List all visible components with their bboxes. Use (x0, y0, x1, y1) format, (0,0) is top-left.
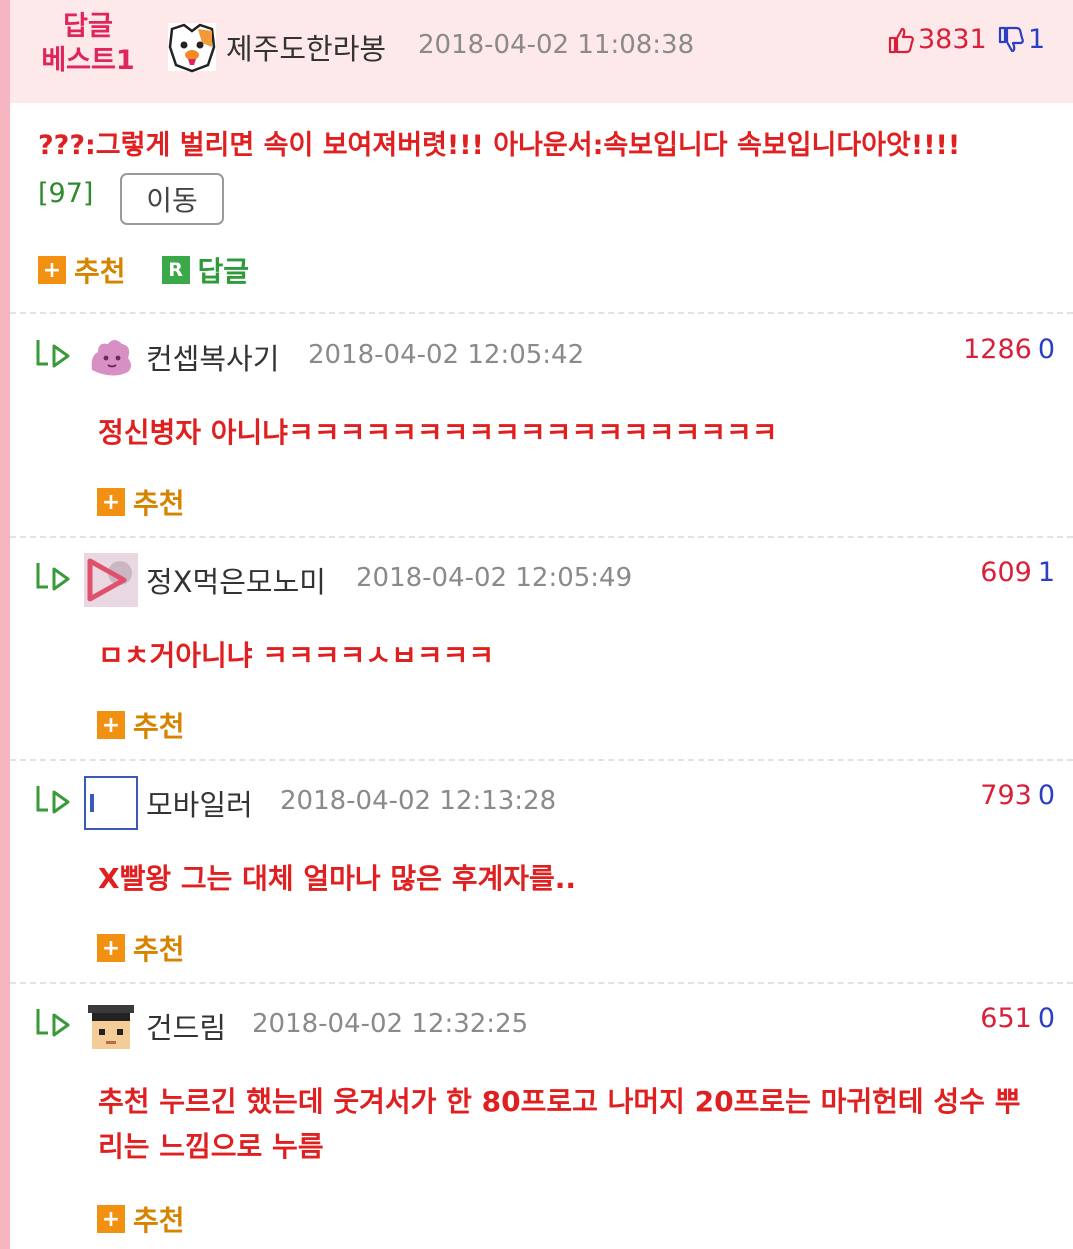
comment-item: 컨셉복사기 2018-04-02 12:05:42 1286 0 정신병자 아니냐… (10, 318, 1073, 536)
comment-votes: 609 1 (980, 557, 1055, 588)
comment-author[interactable]: 정X먹은모노미 (146, 559, 326, 601)
recommend-button[interactable]: + 추천 (38, 250, 126, 290)
plus-icon: + (97, 488, 125, 516)
divider (10, 982, 1073, 984)
divider (10, 759, 1073, 761)
comment-author[interactable]: 건드림 (146, 1005, 226, 1047)
best-downvote[interactable]: 1 (996, 24, 1045, 55)
recommend-label: 추천 (133, 933, 185, 966)
plus-icon: + (97, 1205, 125, 1233)
comment-upvote-count[interactable]: 609 (980, 557, 1032, 588)
reply-arrow-icon (36, 1009, 70, 1037)
comment-votes: 1286 0 (963, 334, 1055, 365)
comment-votes: 793 0 (980, 780, 1055, 811)
pink-blob-avatar[interactable] (84, 330, 138, 384)
comment-text: ㅁㅊ거아니냐 ㅋㅋㅋㅋㅅㅂㅋㅋㅋ (98, 639, 495, 672)
divider (10, 536, 1073, 538)
comment-date: 2018-04-02 12:32:25 (252, 1009, 529, 1039)
comment-text: 추천 누르긴 했는데 웃겨서가 한 80프로고 나머지 20프로는 마귀헌테 성… (98, 1085, 1021, 1163)
comment-downvote-count[interactable]: 1 (1038, 557, 1055, 588)
blank-avatar[interactable] (84, 776, 138, 830)
pixel-person-avatar[interactable] (84, 999, 138, 1053)
comment-downvote-count[interactable]: 0 (1038, 780, 1055, 811)
recommend-label: 추천 (133, 1204, 185, 1237)
reply-arrow-icon (36, 786, 70, 814)
best-reply-text: ???:그렇게 벌리면 속이 보여져버렷!!! 아나운서:속보입니다 속보입니다… (38, 130, 961, 161)
best-badge-line1: 답글 (63, 11, 113, 42)
divider (10, 312, 1073, 314)
plus-icon: + (97, 934, 125, 962)
reply-button[interactable]: R 답글 (161, 250, 250, 290)
recommend-label: 추천 (133, 487, 185, 520)
best-reply-count: [97] (38, 178, 94, 209)
comment-text: X빨왕 그는 대체 얼마나 많은 후계자를.. (98, 862, 577, 895)
best-reply-header: 답글 베스트1 제주도한라봉 2018-04-02 11:08:38 3831 … (10, 0, 1073, 103)
reply-label: 답글 (197, 255, 250, 288)
comment-item: 건드림 2018-04-02 12:32:25 651 0 추천 누르긴 했는데 … (10, 987, 1073, 1249)
best-upvote-count: 3831 (918, 24, 987, 55)
comment-downvote-count[interactable]: 0 (1038, 334, 1055, 365)
reply-arrow-icon (36, 563, 70, 591)
character-avatar[interactable] (84, 553, 138, 607)
comment-author[interactable]: 컨셉복사기 (146, 336, 279, 378)
comment-date: 2018-04-02 12:05:49 (356, 563, 633, 593)
best-upvote[interactable]: 3831 (886, 24, 987, 55)
best-downvote-count: 1 (1028, 24, 1046, 55)
comment-recommend-button[interactable]: + 추천 (97, 1199, 185, 1239)
thumbs-up-icon (888, 27, 914, 53)
plus-icon: + (97, 711, 125, 739)
comment-downvote-count[interactable]: 0 (1038, 1003, 1055, 1034)
comment-text: 정신병자 아니냐ㅋㅋㅋㅋㅋㅋㅋㅋㅋㅋㅋㅋㅋㅋㅋㅋㅋㅋㅋ (98, 416, 778, 449)
plus-icon: + (38, 256, 66, 284)
comment-recommend-button[interactable]: + 추천 (97, 482, 185, 522)
comment-date: 2018-04-02 12:05:42 (308, 340, 585, 370)
best-actions: + 추천 R 답글 (38, 250, 285, 290)
comment-date: 2018-04-02 12:13:28 (280, 786, 557, 816)
comment-author[interactable]: 모바일러 (146, 782, 253, 824)
best-post-date: 2018-04-02 11:08:38 (418, 30, 695, 60)
comment-item: 모바일러 2018-04-02 12:13:28 793 0 X빨왕 그는 대체 … (10, 764, 1073, 982)
comment-recommend-button[interactable]: + 추천 (97, 705, 185, 745)
best-badge: 답글 베스트1 (36, 10, 140, 78)
hamster-avatar[interactable] (162, 17, 222, 77)
left-accent-bar (0, 0, 10, 1249)
recommend-label: 추천 (74, 255, 126, 288)
thumbs-down-icon (998, 26, 1024, 52)
best-badge-line2: 베스트1 (41, 45, 135, 76)
recommend-label: 추천 (133, 710, 185, 743)
reply-r-icon: R (161, 256, 190, 284)
comment-upvote-count[interactable]: 793 (980, 780, 1032, 811)
comment-upvote-count[interactable]: 651 (980, 1003, 1032, 1034)
best-author-name[interactable]: 제주도한라봉 (226, 26, 386, 68)
comment-recommend-button[interactable]: + 추천 (97, 928, 185, 968)
move-button[interactable]: 이동 (120, 173, 224, 225)
reply-arrow-icon (36, 340, 70, 368)
comment-votes: 651 0 (980, 1003, 1055, 1034)
comment-item: 정X먹은모노미 2018-04-02 12:05:49 609 1 ㅁㅊ거아니냐 … (10, 541, 1073, 759)
comment-upvote-count[interactable]: 1286 (963, 334, 1032, 365)
